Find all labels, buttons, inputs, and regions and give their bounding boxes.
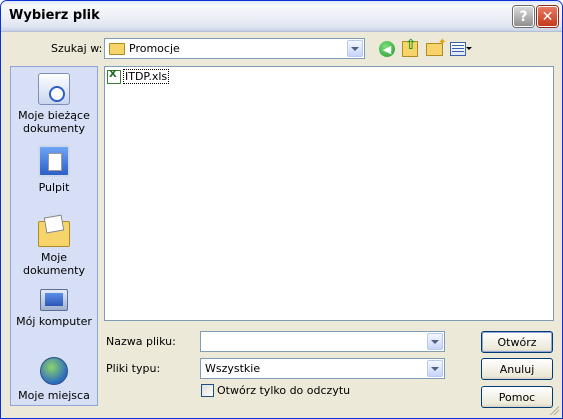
file-list[interactable]: ITDP.xls [104,66,554,321]
place-recent-documents[interactable]: Moje bieżące dokumenty [11,73,97,135]
readonly-label[interactable]: Otwórz tylko do odczytu [217,384,350,397]
place-label: Pulpit [38,181,70,194]
question-icon: ? [519,8,528,25]
chevron-down-icon [431,339,439,344]
dropdown-button[interactable] [347,40,363,57]
help-title-button[interactable]: ? [513,6,534,27]
filename-field[interactable] [200,331,445,352]
filename-label: Nazwa pliku: [106,335,176,348]
filetype-dropdown-button[interactable] [427,360,443,377]
places-bar: Moje bieżące dokumenty Pulpit Moje dokum… [10,66,98,406]
place-desktop[interactable]: Pulpit [11,145,97,194]
chevron-down-icon [351,46,359,51]
place-label: Moje miejsca [18,389,90,402]
file-dialog: Wybierz plik ? ✕ Szukaj w: Promocje ◀ Mo… [0,0,563,419]
back-arrow-icon: ◀ [379,41,395,57]
recent-documents-icon [38,73,70,105]
place-my-documents[interactable]: Moje dokumenty [11,215,97,277]
lookin-label: Szukaj w: [51,42,103,55]
excel-file-icon [107,69,121,84]
close-button[interactable]: ✕ [537,6,558,27]
resize-grip[interactable] [549,405,559,415]
filetype-label: Pliki typu: [106,362,161,375]
up-folder-icon [402,37,418,57]
close-icon: ✕ [541,8,554,25]
open-button[interactable]: Otwórz [481,331,553,353]
place-label: Moje bieżące dokumenty [18,109,90,135]
up-folder-button[interactable] [400,37,420,59]
place-label: Moje dokumenty [23,251,85,277]
title-bar[interactable]: Wybierz plik ? ✕ [1,1,562,32]
filetype-select[interactable]: Wszystkie [200,358,445,379]
views-menu-icon [450,42,466,56]
lookin-value: Promocje [129,42,180,55]
place-my-computer[interactable]: Mój komputer [11,289,97,328]
readonly-checkbox[interactable] [201,384,214,397]
help-button[interactable]: Pomoc [481,386,553,408]
chevron-down-icon [431,366,439,371]
new-folder-button[interactable] [424,37,447,59]
filetype-value: Wszystkie [205,362,261,375]
desktop-icon [38,145,70,177]
lookin-dropdown[interactable]: Promocje [104,38,365,59]
place-label: Mój komputer [16,315,92,328]
list-item[interactable]: ITDP.xls [107,69,170,84]
filename-dropdown-button[interactable] [427,333,443,350]
views-caret-icon [466,47,472,50]
dialog-title: Wybierz plik [9,8,100,23]
my-documents-icon [38,221,70,247]
network-places-icon [40,357,68,385]
back-button[interactable]: ◀ [377,39,397,59]
my-computer-icon [40,289,68,311]
place-network[interactable]: Moje miejsca [11,357,97,402]
views-menu-button[interactable] [448,39,468,59]
new-folder-icon [425,37,447,56]
folder-icon [109,43,125,55]
file-name: ITDP.xls [123,69,170,84]
cancel-button[interactable]: Anuluj [481,358,553,380]
